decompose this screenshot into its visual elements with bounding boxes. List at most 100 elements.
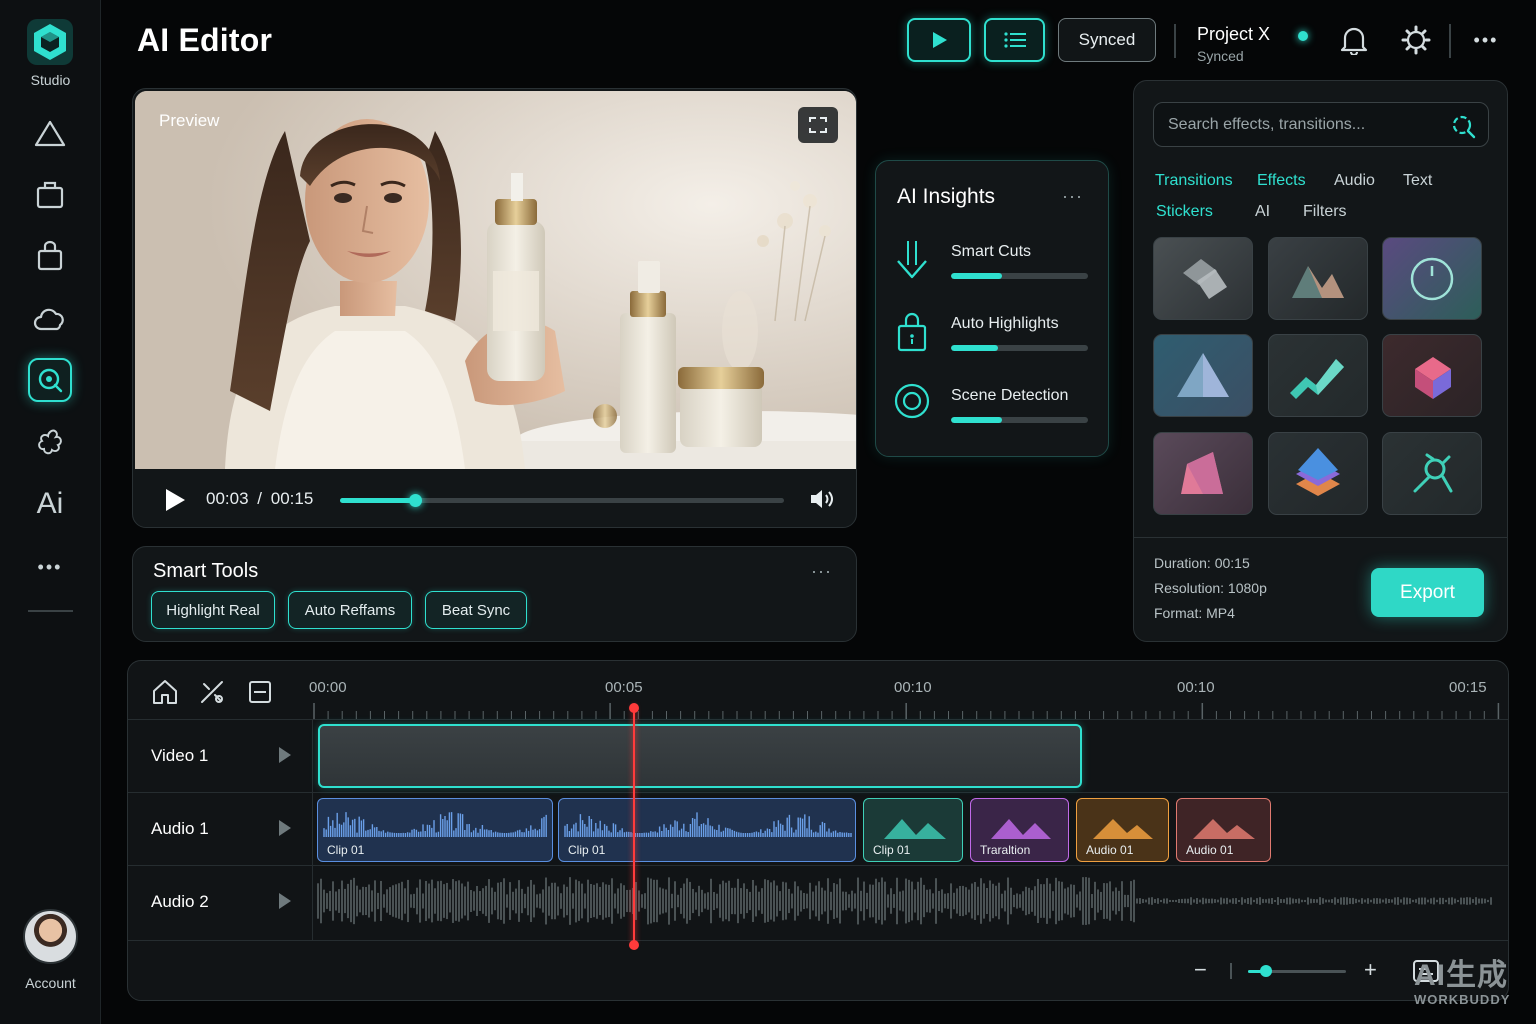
effect-tile[interactable]: [1153, 237, 1253, 320]
insight-scene-detection[interactable]: Scene Detection: [876, 383, 1110, 453]
audio-clip[interactable]: Clip 01: [863, 798, 963, 862]
synced-button[interactable]: Synced: [1058, 18, 1156, 62]
audio-clip[interactable]: Clip 01: [558, 798, 856, 862]
seek-handle[interactable]: [409, 494, 423, 507]
highlight-reel-chip[interactable]: Highlight Real: [151, 591, 275, 629]
sidebar-item-box[interactable]: [28, 172, 72, 216]
project-title[interactable]: Project X: [1197, 24, 1270, 45]
ai-insights-title: AI Insights: [897, 185, 996, 208]
time-display: 00:03 / 00:15: [206, 489, 313, 509]
header-divider-2: [1449, 24, 1451, 58]
settings-button[interactable]: [1398, 22, 1434, 58]
resolution-info: Resolution: 1080p: [1154, 580, 1267, 596]
zoom-slider-handle[interactable]: [1259, 965, 1272, 977]
audio-clip[interactable]: Traraltion: [970, 798, 1069, 862]
timeline-ruler[interactable]: [312, 701, 1502, 719]
play-icon[interactable]: [163, 487, 187, 513]
tab-stickers[interactable]: Stickers: [1156, 203, 1213, 221]
sidebar-divider: [28, 610, 73, 612]
sidebar-item-cloud[interactable]: [28, 296, 72, 340]
cloud-icon: [33, 308, 64, 331]
sidebar-item-triangle[interactable]: [28, 112, 72, 156]
tick-label: 00:05: [605, 679, 643, 696]
effect-tile[interactable]: [1153, 432, 1253, 515]
effect-tile[interactable]: [1268, 334, 1368, 417]
video-frame-image: [135, 91, 856, 469]
zoom-in-button[interactable]: +: [1364, 957, 1377, 983]
effect-tile[interactable]: [1268, 432, 1368, 515]
tab-filters[interactable]: Filters: [1303, 203, 1347, 221]
insight-auto-highlights[interactable]: Auto Highlights: [876, 311, 1110, 381]
tick-label: 00:10: [894, 679, 932, 696]
tab-transitions[interactable]: Transitions: [1155, 172, 1233, 190]
effect-tile[interactable]: [1382, 237, 1482, 320]
list-icon: [1003, 32, 1026, 48]
playhead-handle[interactable]: [629, 703, 639, 713]
smart-tools-more-button[interactable]: ···: [811, 561, 832, 582]
export-button[interactable]: Export: [1371, 568, 1484, 617]
effect-tile[interactable]: [1382, 432, 1482, 515]
audio-clip[interactable]: Clip 01: [317, 798, 553, 862]
sidebar: Studio Ai ••• Account: [0, 0, 101, 1024]
save-icon[interactable]: [245, 677, 275, 707]
sidebar-item-bag[interactable]: [28, 234, 72, 278]
play-button[interactable]: [907, 18, 971, 62]
video-preview[interactable]: Preview: [135, 91, 856, 469]
more-icon: •••: [37, 556, 63, 577]
cube-pink-icon: [1415, 356, 1451, 399]
playhead-end: [629, 940, 639, 950]
tab-effects[interactable]: Effects: [1257, 172, 1306, 190]
seek-bar[interactable]: [340, 494, 784, 507]
lock-icon: [897, 312, 927, 352]
track-label: Audio 1: [151, 819, 209, 838]
sidebar-item-flower[interactable]: [28, 420, 72, 464]
circle-ring-icon: [1410, 257, 1454, 300]
prism-pink-icon: [1181, 451, 1223, 494]
effect-tile[interactable]: [1153, 334, 1253, 417]
clip-name: Clip 01: [327, 843, 365, 857]
insight-smart-cuts[interactable]: Smart Cuts: [876, 239, 1110, 309]
clip-name: Traraltion: [980, 843, 1031, 857]
sidebar-item-more[interactable]: •••: [28, 545, 72, 589]
notifications-button[interactable]: [1336, 22, 1372, 58]
tab-audio[interactable]: Audio: [1334, 172, 1375, 190]
more-menu-button[interactable]: •••: [1466, 22, 1506, 58]
insight-progress-track: [951, 273, 1088, 279]
audio-clip[interactable]: Audio 01: [1076, 798, 1169, 862]
home-icon[interactable]: [150, 677, 180, 707]
zoom-out-button[interactable]: −: [1194, 957, 1207, 983]
beat-sync-chip[interactable]: Beat Sync: [425, 591, 527, 629]
video-clip[interactable]: [318, 724, 1082, 788]
expand-track-icon[interactable]: [278, 819, 292, 837]
split-icon[interactable]: [197, 677, 227, 707]
zoom-slider[interactable]: [1248, 965, 1346, 977]
volume-icon[interactable]: [809, 487, 837, 511]
ai-search-icon[interactable]: [1450, 113, 1476, 139]
fullscreen-button[interactable]: [798, 107, 838, 143]
timeline-panel: 00:00 00:05 00:10 00:10 00:15 Video 1 Au…: [127, 660, 1509, 1001]
list-button[interactable]: [984, 18, 1045, 62]
target-icon: [894, 383, 930, 419]
playhead[interactable]: [633, 705, 635, 945]
auto-reframe-chip[interactable]: Auto Reffams: [288, 591, 412, 629]
avatar[interactable]: [23, 909, 78, 964]
logo-label: Studio: [30, 72, 71, 88]
effect-tile[interactable]: [1382, 334, 1482, 417]
preview-panel: Preview 00:03 / 00:15: [132, 88, 857, 528]
audio-clip[interactable]: Audio 01: [1176, 798, 1271, 862]
insight-progress-fill: [951, 273, 1002, 279]
search-input[interactable]: [1168, 114, 1438, 136]
sidebar-item-ai-text[interactable]: Ai: [28, 482, 72, 526]
effect-tile[interactable]: [1268, 237, 1368, 320]
expand-track-icon[interactable]: [278, 746, 292, 764]
audio-2-waveform[interactable]: [316, 873, 1496, 929]
sidebar-item-ai-search[interactable]: [28, 358, 72, 402]
expand-track-icon[interactable]: [278, 892, 292, 910]
studio-logo-icon[interactable]: [26, 18, 74, 66]
tab-text[interactable]: Text: [1403, 172, 1432, 190]
insights-more-button[interactable]: ···: [1062, 186, 1083, 207]
effects-divider: [1134, 537, 1507, 538]
tab-ai[interactable]: AI: [1255, 203, 1270, 221]
insight-progress-fill: [951, 345, 998, 351]
smart-tools-title: Smart Tools: [153, 560, 259, 582]
